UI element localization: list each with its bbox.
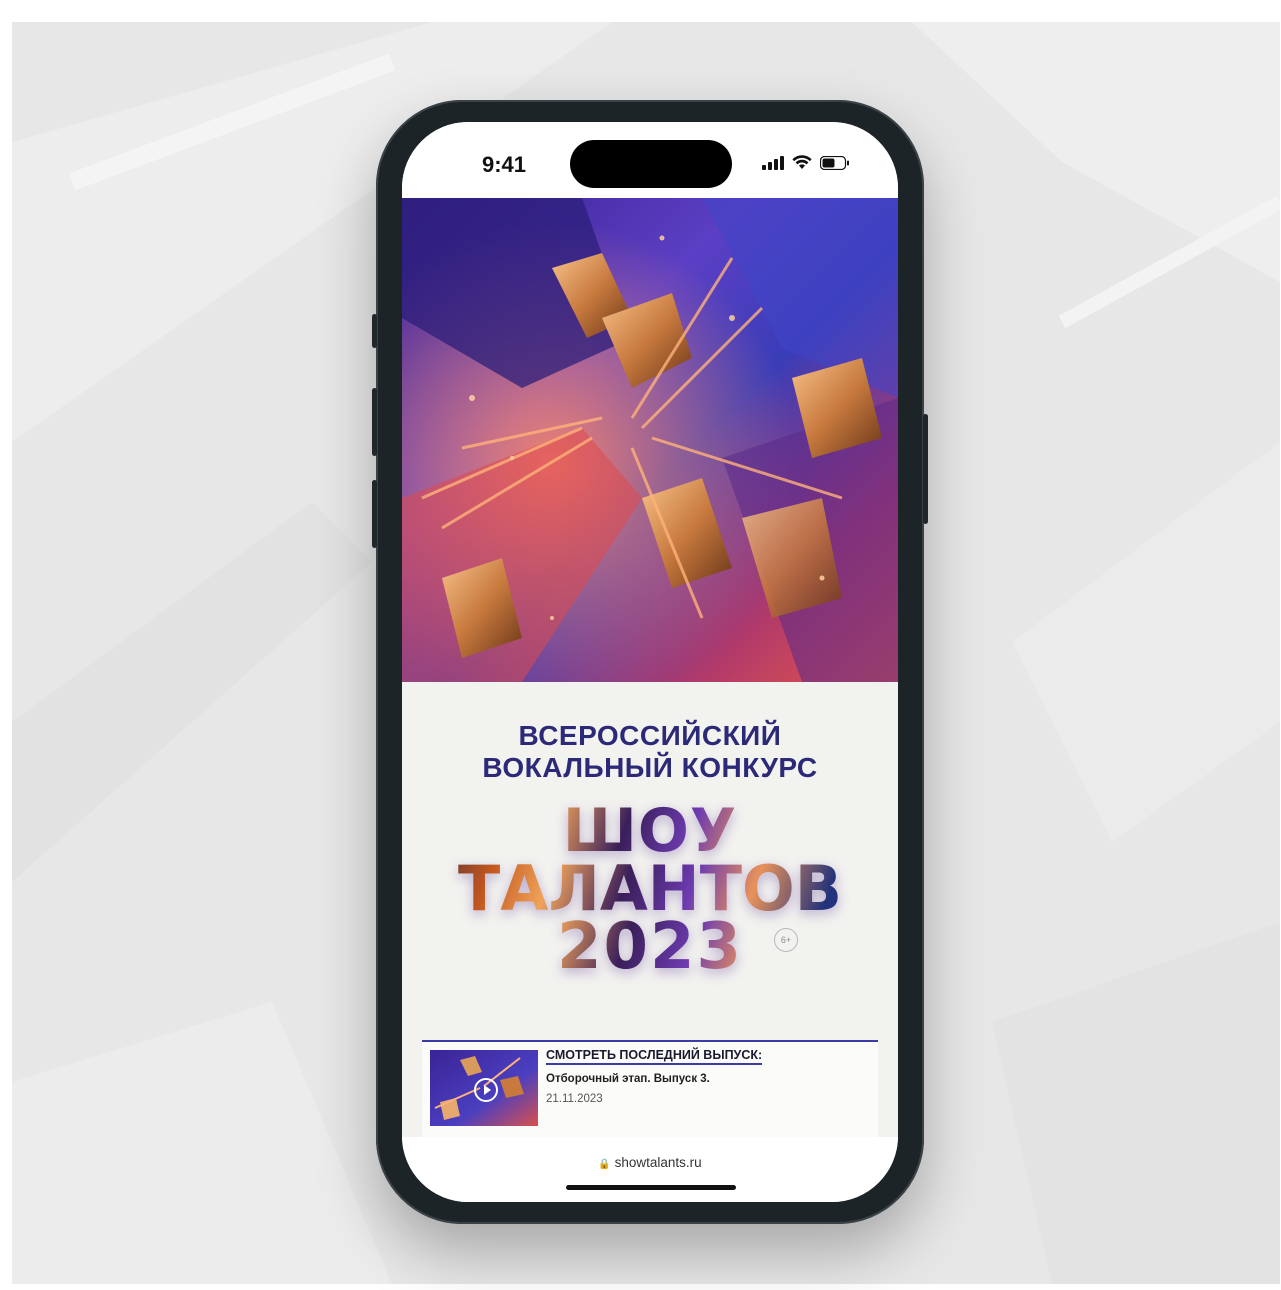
cellular-signal-icon (762, 155, 784, 170)
volume-up-button (372, 388, 377, 456)
wifi-icon (792, 155, 812, 169)
browser-url-bar[interactable]: 🔒 showtalants.ru (402, 1137, 898, 1202)
hero-artwork (402, 198, 898, 682)
play-icon[interactable] (474, 1078, 498, 1102)
latest-episode-title[interactable]: Отборочный этап. Выпуск 3. (546, 1073, 710, 1085)
dynamic-island (570, 140, 732, 188)
contest-title-line2: ВОКАЛЬНЫЙ КОНКУРС (482, 752, 818, 783)
latest-episode-date: 21.11.2023 (546, 1093, 603, 1105)
episode-thumbnail[interactable] (430, 1050, 538, 1126)
status-time: 9:41 (482, 152, 527, 177)
latest-episode-card[interactable]: СМОТРЕТЬ ПОСЛЕДНИЙ ВЫПУСК: Отборочный эт… (422, 1040, 878, 1140)
contest-title: ВСЕРОССИЙСКИЙ ВОКАЛЬНЫЙ КОНКУРС (402, 720, 898, 784)
url-text: showtalants.ru (614, 1155, 702, 1170)
home-indicator[interactable] (566, 1185, 736, 1190)
volume-down-button (372, 480, 377, 548)
contest-content: ВСЕРОССИЙСКИЙ ВОКАЛЬНЫЙ КОНКУРС ШОУ ТАЛА… (402, 682, 898, 1140)
show-logo: ШОУ ТАЛАНТОВ 2023 (402, 801, 898, 979)
battery-icon (820, 155, 849, 170)
lock-icon: 🔒 (598, 1159, 611, 1170)
power-button (923, 414, 928, 524)
latest-episode-heading[interactable]: СМОТРЕТЬ ПОСЛЕДНИЙ ВЫПУСК: (546, 1048, 763, 1065)
mute-switch (372, 314, 377, 348)
address-field[interactable]: 🔒 showtalants.ru (402, 1155, 898, 1170)
phone-screen: 9:41 ВСЕРОССИЙСКИЙ ВОКАЛЬНЫЙ КОНКУРС ШОУ… (402, 122, 898, 1202)
status-icons (762, 155, 850, 170)
show-title-year: 2023 (402, 915, 898, 979)
age-rating-badge: 6+ (774, 928, 798, 952)
contest-title-line1: ВСЕРОССИЙСКИЙ (518, 720, 782, 751)
phone-mockup: 9:41 ВСЕРОССИЙСКИЙ ВОКАЛЬНЫЙ КОНКУРС ШОУ… (372, 100, 928, 1224)
status-bar: 9:41 (402, 122, 898, 198)
